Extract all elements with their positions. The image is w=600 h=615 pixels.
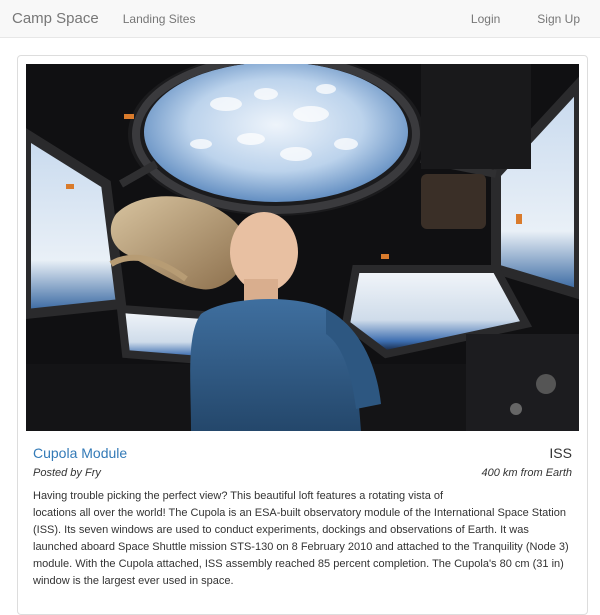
brand-link[interactable]: Camp Space [12,10,99,27]
site-description-line1: Having trouble picking the perfect view?… [33,490,444,502]
site-caption: Cupola Module ISS Posted by Fry 400 km f… [26,431,579,590]
cupola-photo-illustration [26,64,579,431]
site-description: Having trouble picking the perfect view?… [33,488,573,590]
caption-meta-row: Posted by Fry 400 km from Earth [33,467,572,479]
site-title-link[interactable]: Cupola Module [33,445,127,461]
site-distance: 400 km from Earth [481,467,572,479]
site-description-rest: locations all over the world! The Cupola… [33,507,569,587]
nav-right-group: Login Sign Up [471,0,580,38]
top-navbar: Camp Space Landing Sites Login Sign Up [0,0,600,38]
caption-title-row: Cupola Module ISS [33,445,572,461]
login-link[interactable]: Login [471,12,500,26]
site-location: ISS [549,445,572,461]
site-photo [26,64,579,431]
nav-link-landing-sites[interactable]: Landing Sites [123,12,196,26]
signup-link[interactable]: Sign Up [537,12,580,26]
site-card: Cupola Module ISS Posted by Fry 400 km f… [17,55,588,615]
posted-by: Posted by Fry [33,467,101,479]
